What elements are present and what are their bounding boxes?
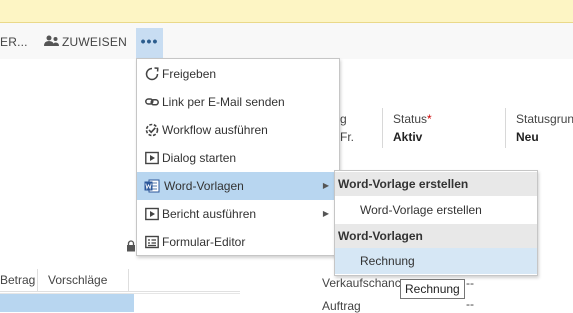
menu-item-dialog[interactable]: Dialog starten <box>137 144 339 172</box>
partial-label: g <box>340 112 347 126</box>
more-commands-menu: Freigeben Link per E-Mail senden Workflo… <box>136 58 340 256</box>
menu-item-link-email[interactable]: Link per E-Mail senden <box>137 88 339 116</box>
more-commands-button[interactable]: ••• <box>136 28 163 58</box>
status-value[interactable]: Aktiv <box>393 130 422 144</box>
column-separator <box>37 269 38 291</box>
menu-item-label: Formular-Editor <box>162 235 246 249</box>
share-icon <box>145 67 159 81</box>
column-header-betrag[interactable]: Betrag <box>0 273 35 287</box>
grid-selected-row[interactable] <box>0 294 134 312</box>
partial-value: Fr. <box>340 130 354 144</box>
menu-item-label: Freigeben <box>162 67 217 81</box>
auftrag-label: Auftrag <box>322 299 361 313</box>
lock-icon <box>127 240 135 252</box>
workflow-icon <box>145 123 159 137</box>
tooltip: Rechnung <box>400 279 465 299</box>
menu-item-freigeben[interactable]: Freigeben <box>137 60 339 88</box>
statusgrund-value[interactable]: Neu <box>516 130 539 144</box>
menu-item-bericht[interactable]: Bericht ausführen ▶ <box>137 200 339 228</box>
word-templates-submenu: Word-Vorlage erstellen Word-Vorlage erst… <box>334 170 538 276</box>
menu-item-label: Workflow ausführen <box>162 123 268 137</box>
auftrag-value[interactable]: -- <box>466 297 474 311</box>
header-divider <box>382 108 383 148</box>
form-editor-icon <box>145 235 159 249</box>
dialog-icon <box>145 151 159 165</box>
menu-item-formular-editor[interactable]: Formular-Editor <box>137 228 339 256</box>
menu-item-label: Bericht ausführen <box>162 207 257 221</box>
column-header-vorschlaege[interactable]: Vorschläge <box>48 273 107 287</box>
assign-label: ZUWEISEN <box>62 35 127 49</box>
submenu-section-header: Word-Vorlage erstellen <box>335 172 537 196</box>
column-separator <box>128 269 129 291</box>
menu-item-label: Dialog starten <box>162 151 237 165</box>
menu-item-label: Link per E-Mail senden <box>162 95 285 109</box>
report-icon <box>145 207 159 221</box>
submenu-section-header: Word-Vorlagen <box>335 224 537 248</box>
word-icon <box>144 179 160 193</box>
header-divider <box>505 108 506 148</box>
submenu-item-create-template[interactable]: Word-Vorlage erstellen <box>335 197 537 223</box>
command-bar: ER... ZUWEISEN <box>0 23 573 59</box>
menu-item-workflow[interactable]: Workflow ausführen <box>137 116 339 144</box>
command-truncated[interactable]: ER... <box>0 23 28 59</box>
submenu-item-rechnung[interactable]: Rechnung <box>335 248 537 274</box>
assign-users-icon <box>44 23 62 61</box>
menu-item-word-vorlagen[interactable]: Word-Vorlagen ▶ <box>137 172 339 200</box>
notification-bar <box>0 0 573 23</box>
menu-item-label: Word-Vorlagen <box>164 179 244 193</box>
link-icon <box>145 98 159 106</box>
grid-header: Betrag Vorschläge <box>0 269 240 292</box>
assign-button[interactable]: ZUWEISEN <box>44 23 127 59</box>
verkaufschance-value[interactable]: -- <box>466 276 474 290</box>
submenu-arrow-icon: ▶ <box>322 181 329 190</box>
status-label: Status* <box>393 112 432 126</box>
verkaufschance-label: Verkaufschanc <box>322 276 401 290</box>
statusgrund-label: Statusgrun <box>516 112 573 126</box>
submenu-arrow-icon: ▶ <box>322 209 329 218</box>
required-marker: * <box>427 112 432 126</box>
